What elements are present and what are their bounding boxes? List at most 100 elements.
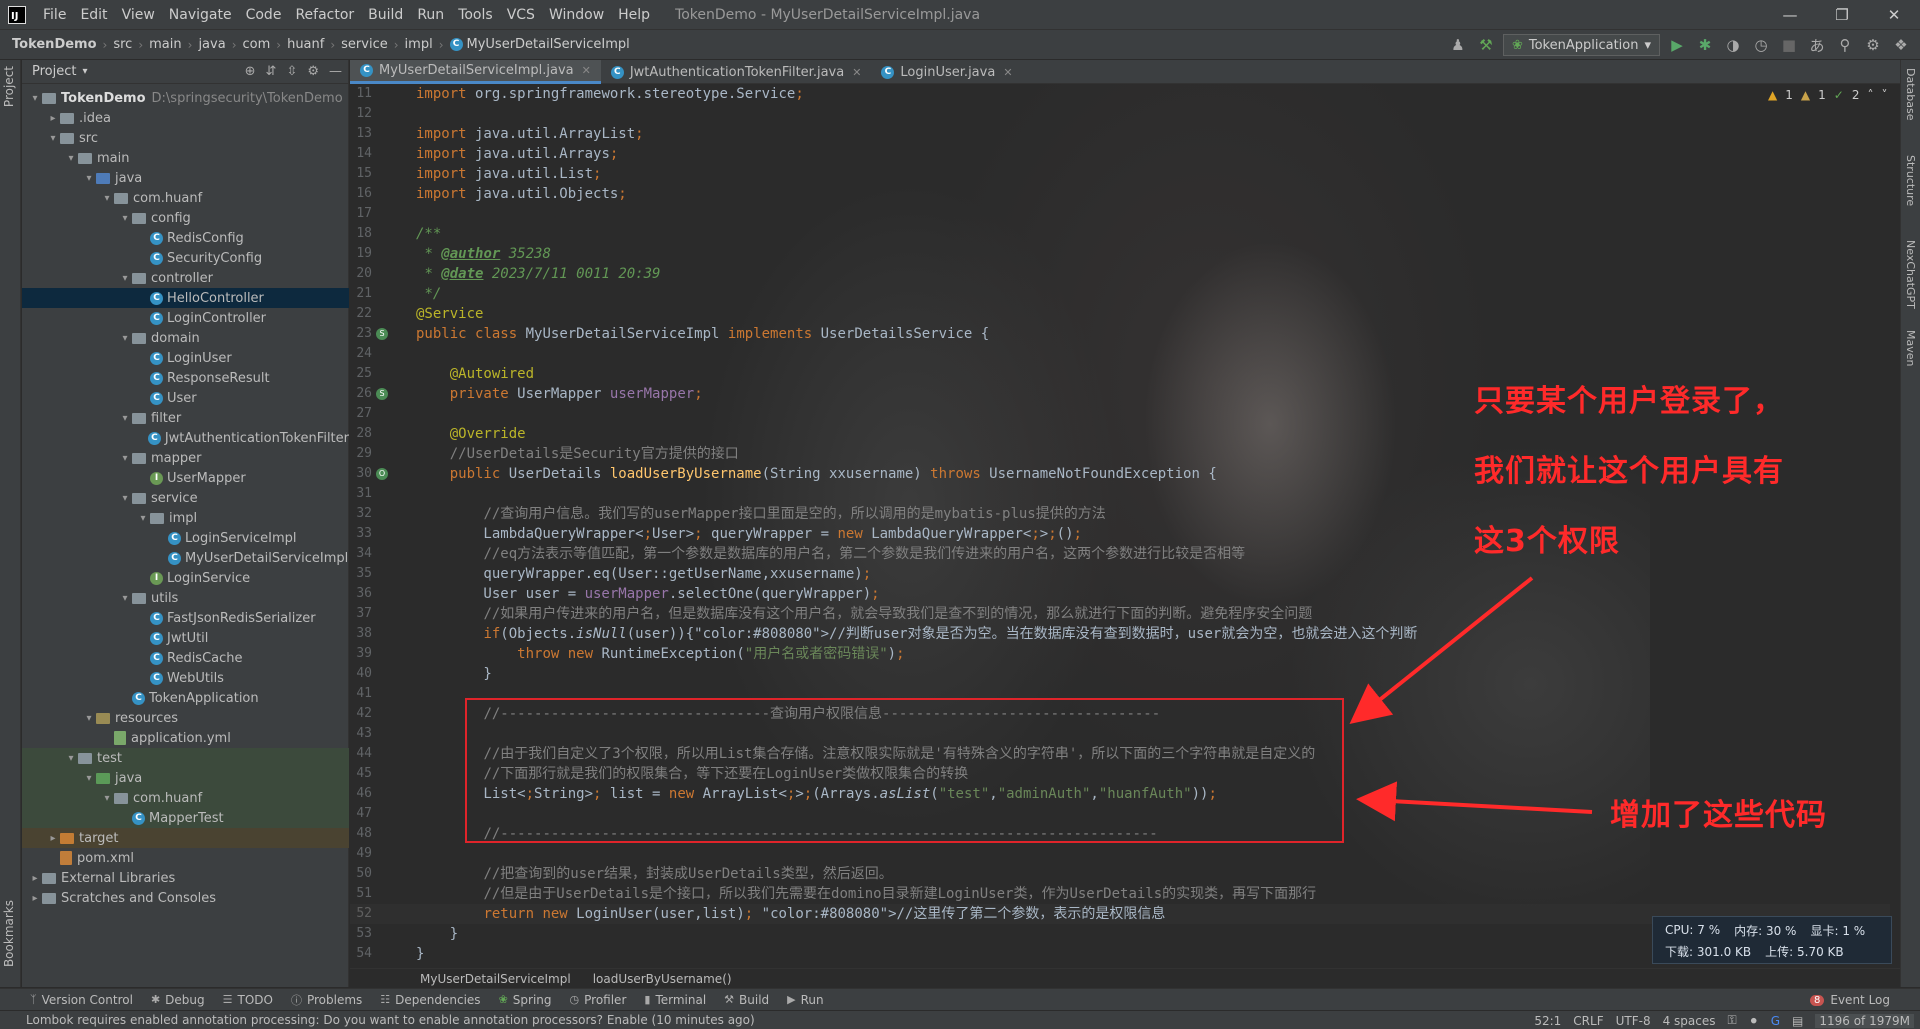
bookmarks-tool-tab[interactable]: Bookmarks	[2, 900, 16, 967]
tree-item[interactable]: ▾ test	[22, 748, 349, 768]
breadcrumb-service[interactable]: service	[341, 37, 388, 52]
tree-item[interactable]: C HelloController	[22, 288, 349, 308]
tree-item[interactable]: ▾ com.huanf	[22, 188, 349, 208]
tree-item[interactable]: pom.xml	[22, 848, 349, 868]
chevron-down-icon[interactable]: ▾	[82, 713, 96, 724]
tool-todo[interactable]: ☰ TODO	[223, 993, 273, 1007]
breadcrumb-java[interactable]: java	[198, 37, 225, 52]
chevron-down-icon[interactable]: ▾	[46, 133, 60, 144]
tree-item[interactable]: C MyUserDetailServiceImpl	[22, 548, 349, 568]
breadcrumb-src[interactable]: src	[113, 37, 132, 52]
tree-item[interactable]: ▾ utils	[22, 588, 349, 608]
menu-navigate[interactable]: Navigate	[162, 0, 239, 30]
chevron-down-icon[interactable]: ▾	[82, 773, 96, 784]
tree-item[interactable]: C RedisConfig	[22, 228, 349, 248]
hide-icon[interactable]: —	[329, 64, 342, 79]
menu-tools[interactable]: Tools	[451, 0, 500, 30]
gear-icon[interactable]: ⚙	[1862, 34, 1884, 56]
tree-item[interactable]: ▾ config	[22, 208, 349, 228]
tree-item[interactable]: ▾ src	[22, 128, 349, 148]
google-icon[interactable]: G	[1771, 1014, 1780, 1028]
menu-refactor[interactable]: Refactor	[288, 0, 361, 30]
tree-item[interactable]: ▾ resources	[22, 708, 349, 728]
tree-item[interactable]: ▾ domain	[22, 328, 349, 348]
chevron-down-icon[interactable]: ▾	[118, 413, 132, 424]
tree-item[interactable]: C LoginUser	[22, 348, 349, 368]
run-configuration-select[interactable]: ❀ TokenApplication ▾	[1502, 34, 1660, 56]
chevron-right-icon[interactable]: ▸	[28, 893, 42, 904]
override-marker-icon[interactable]: O	[376, 468, 388, 480]
profiler-icon[interactable]: ◷	[1750, 34, 1772, 56]
chevron-down-icon[interactable]: ▾	[64, 753, 78, 764]
translate-icon[interactable]: あ	[1806, 34, 1828, 56]
tool-version-control[interactable]: ᛉ Version Control	[30, 993, 133, 1007]
tree-item[interactable]: ▾ service	[22, 488, 349, 508]
tool-build[interactable]: ⚒ Build	[724, 993, 769, 1007]
code-editor[interactable]: 11 12 13 14 15 16 17 18 19 20 21 22 23 S 24 25 26 S 27 28 29…	[350, 84, 1890, 972]
tree-item[interactable]: I LoginService	[22, 568, 349, 588]
search-icon[interactable]: ⚲	[1834, 34, 1856, 56]
spring-bean-icon[interactable]: S	[376, 388, 388, 400]
stop-icon[interactable]: ■	[1778, 34, 1800, 56]
chevron-down-icon[interactable]: ▾	[28, 93, 42, 104]
close-icon[interactable]: ✕	[582, 64, 591, 77]
chevron-down-icon[interactable]: ▾	[118, 273, 132, 284]
menu-help[interactable]: Help	[611, 0, 657, 30]
minimize-icon[interactable]: —	[1764, 0, 1816, 30]
line-separator[interactable]: CRLF	[1573, 1014, 1603, 1028]
tree-item[interactable]: ▸ .idea	[22, 108, 349, 128]
chevron-right-icon[interactable]: ▸	[28, 873, 42, 884]
tree-item[interactable]: ▾ TokenDemo D:\springsecurity\TokenDemo	[22, 88, 349, 108]
maven-tool-tab[interactable]: Maven	[1904, 330, 1917, 366]
chevron-down-icon[interactable]: ˅	[1881, 88, 1887, 102]
database-tool-tab[interactable]: Database	[1904, 68, 1917, 121]
tree-item[interactable]: C LoginServiceImpl	[22, 528, 349, 548]
tree-item[interactable]: C MapperTest	[22, 808, 349, 828]
tree-item[interactable]: C TokenApplication	[22, 688, 349, 708]
chevron-down-icon[interactable]: ▾	[118, 453, 132, 464]
tree-item[interactable]: ▾ java	[22, 768, 349, 788]
tree-item[interactable]: C FastJsonRedisSerializer	[22, 608, 349, 628]
locate-icon[interactable]: ⊕	[245, 64, 256, 79]
tool-run[interactable]: ▶ Run	[787, 993, 823, 1007]
restore-icon[interactable]: ❐	[1816, 0, 1868, 30]
tree-item[interactable]: ▾ com.huanf	[22, 788, 349, 808]
coverage-icon[interactable]: ◑	[1722, 34, 1744, 56]
menu-code[interactable]: Code	[239, 0, 289, 30]
tree-item[interactable]: ▸ Scratches and Consoles	[22, 888, 349, 908]
menu-edit[interactable]: Edit	[73, 0, 114, 30]
breadcrumb-project[interactable]: TokenDemo	[12, 37, 97, 52]
tree-item[interactable]: C RedisCache	[22, 648, 349, 668]
menu-build[interactable]: Build	[361, 0, 410, 30]
chevron-down-icon[interactable]: ▾	[118, 333, 132, 344]
tool-debug[interactable]: ✱ Debug	[151, 993, 205, 1007]
user-icon[interactable]: ♟	[1447, 34, 1469, 56]
breadcrumb-impl[interactable]: impl	[405, 37, 433, 52]
close-icon[interactable]: ✕	[852, 66, 861, 79]
breadcrumb-main[interactable]: main	[149, 37, 181, 52]
breadcrumb-com[interactable]: com	[243, 37, 271, 52]
chevron-down-icon[interactable]: ▾	[100, 793, 114, 804]
project-panel-title[interactable]: Project	[32, 64, 76, 79]
notifications-icon[interactable]: ▤	[1792, 1014, 1803, 1028]
tree-item[interactable]: ▾ filter	[22, 408, 349, 428]
close-icon[interactable]: ✕	[1868, 0, 1920, 30]
tree-item[interactable]: ▾ java	[22, 168, 349, 188]
editor-breadcrumb-method[interactable]: loadUserByUsername()	[593, 972, 732, 986]
tool-terminal[interactable]: ▮ Terminal	[644, 993, 706, 1007]
collapse-all-icon[interactable]: ⇳	[286, 64, 297, 79]
breadcrumb-class[interactable]: MyUserDetailServiceImpl	[467, 37, 630, 52]
project-tool-tab[interactable]: Project	[2, 66, 16, 107]
tree-item[interactable]: C LoginController	[22, 308, 349, 328]
chevron-right-icon[interactable]: ▸	[46, 113, 60, 124]
close-icon[interactable]: ✕	[1003, 66, 1012, 79]
tree-item[interactable]: ▾ mapper	[22, 448, 349, 468]
tree-item[interactable]: ▾ controller	[22, 268, 349, 288]
menu-vcs[interactable]: VCS	[500, 0, 542, 30]
chevron-down-icon[interactable]: ▾	[118, 213, 132, 224]
tree-item[interactable]: ▸ target	[22, 828, 349, 848]
tool-dependencies[interactable]: ☷ Dependencies	[380, 993, 480, 1007]
tree-item[interactable]: ▸ External Libraries	[22, 868, 349, 888]
tree-item[interactable]: ▾ main	[22, 148, 349, 168]
chevron-right-icon[interactable]: ▸	[46, 833, 60, 844]
